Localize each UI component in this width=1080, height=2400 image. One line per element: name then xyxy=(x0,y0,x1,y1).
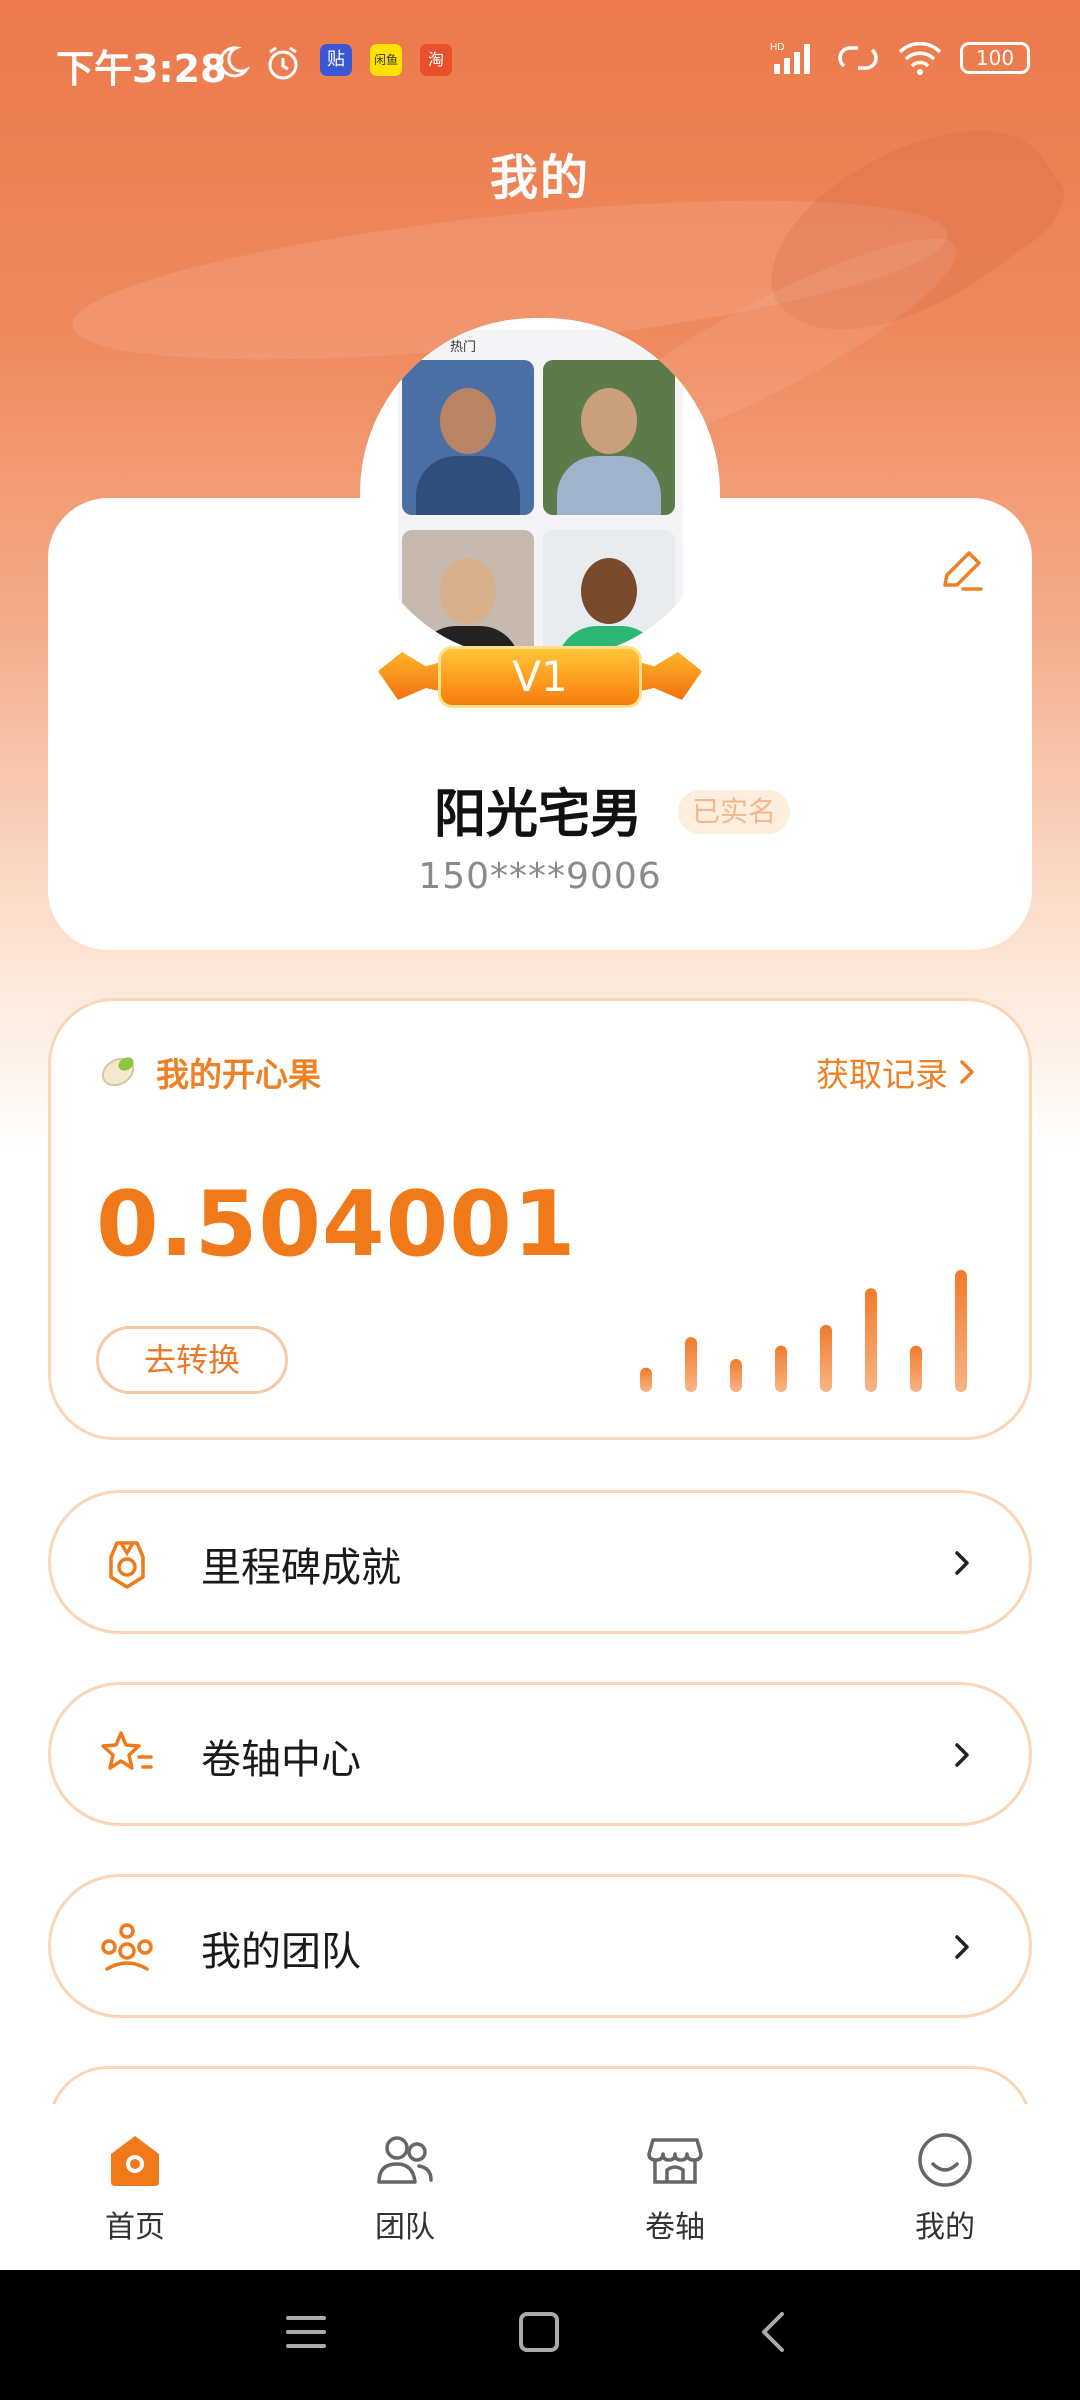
page-title: 我的 xyxy=(489,150,590,206)
team-icon xyxy=(377,2136,433,2184)
level-badge-label: V1 xyxy=(512,652,568,701)
xianyu-app-icon: 闲鱼 xyxy=(370,44,402,76)
menu-label: 卷轴中心 xyxy=(201,1737,361,1783)
verified-badge: 已实名 xyxy=(678,790,791,834)
nav-home[interactable]: 首页 xyxy=(35,2130,235,2246)
star-scroll-icon xyxy=(101,1731,153,1770)
fruit-amount: 0.504001 xyxy=(96,1172,577,1277)
avatar-photo xyxy=(543,360,675,515)
convert-button[interactable]: 去转换 xyxy=(96,1326,288,1394)
user-name: 阳光宅男 xyxy=(434,785,643,845)
record-link-label: 获取记录 xyxy=(816,1055,948,1094)
level-badge: V1 xyxy=(378,640,702,714)
link-icon xyxy=(838,46,878,70)
team-icon xyxy=(101,1923,153,1971)
nav-label: 卷轴 xyxy=(645,2210,705,2245)
moon-icon xyxy=(219,46,250,78)
bottom-nav: 首页 团队 卷轴 我的 xyxy=(0,2104,1080,2270)
trend-mini-chart xyxy=(640,1270,967,1392)
nav-scroll[interactable]: 卷轴 xyxy=(575,2130,775,2246)
wifi-icon xyxy=(898,41,942,75)
edit-pen-icon[interactable] xyxy=(935,545,987,597)
fruit-title: 我的开心果 xyxy=(156,1055,321,1094)
nav-label: 我的 xyxy=(915,2210,975,2245)
trend-bar xyxy=(865,1288,877,1392)
chevron-right-icon xyxy=(955,1551,969,1575)
pistachio-icon xyxy=(101,1057,135,1087)
tieba-app-icon: 贴 xyxy=(320,44,352,76)
avatar-photo xyxy=(402,360,534,515)
menu-item-milestones[interactable]: 里程碑成就 xyxy=(48,1490,1032,1634)
milestone-badge-icon xyxy=(109,1541,145,1589)
nav-label: 团队 xyxy=(375,2210,435,2245)
avatar-photo xyxy=(402,530,534,658)
battery-indicator: 100 xyxy=(960,42,1030,74)
nav-label: 首页 xyxy=(105,2210,165,2245)
menu-label: 我的团队 xyxy=(201,1929,361,1975)
store-icon xyxy=(647,2138,703,2184)
back-icon[interactable] xyxy=(756,2310,792,2354)
trend-bar xyxy=(730,1359,742,1392)
chevron-right-icon xyxy=(955,1743,969,1767)
chevron-right-icon xyxy=(955,1935,969,1959)
avatar-tab-recommend: 推荐 xyxy=(406,340,433,355)
avatar-tab-hot: 热门 xyxy=(450,340,477,355)
smile-icon xyxy=(918,2133,972,2187)
home-icon xyxy=(111,2136,159,2186)
chevron-right-icon xyxy=(960,1060,974,1084)
battery-level: 100 xyxy=(975,46,1015,70)
trend-bar xyxy=(820,1324,832,1392)
trend-bar xyxy=(685,1337,697,1392)
menu-item-my-team[interactable]: 我的团队 xyxy=(48,1874,1032,2018)
alarm-icon xyxy=(268,46,298,80)
trend-bar xyxy=(910,1345,922,1392)
user-phone: 150****9006 xyxy=(418,856,662,897)
taobao-app-icon: 淘 xyxy=(420,44,452,76)
signal-icon: HD xyxy=(770,42,810,74)
trend-bar xyxy=(955,1270,967,1392)
avatar[interactable]: 推荐 热门 xyxy=(360,318,720,658)
svg-text:HD: HD xyxy=(770,42,784,53)
menu-label: 里程碑成就 xyxy=(201,1545,401,1591)
status-time: 下午3:28 xyxy=(56,47,227,91)
nav-team[interactable]: 团队 xyxy=(305,2130,505,2246)
system-nav-bar xyxy=(0,2270,1080,2400)
record-link[interactable]: 获取记录 xyxy=(816,1048,976,1096)
nav-mine[interactable]: 我的 xyxy=(845,2130,1045,2246)
trend-bar xyxy=(775,1345,787,1392)
trend-bar xyxy=(640,1367,652,1392)
menu-item-scroll-center[interactable]: 卷轴中心 xyxy=(48,1682,1032,1826)
menu-icon[interactable] xyxy=(286,2310,326,2354)
status-bar: 下午3:28 贴 闲鱼 淘 HD 100 xyxy=(0,0,1080,120)
home-square-icon[interactable] xyxy=(518,2310,560,2354)
avatar-photo xyxy=(543,530,675,658)
